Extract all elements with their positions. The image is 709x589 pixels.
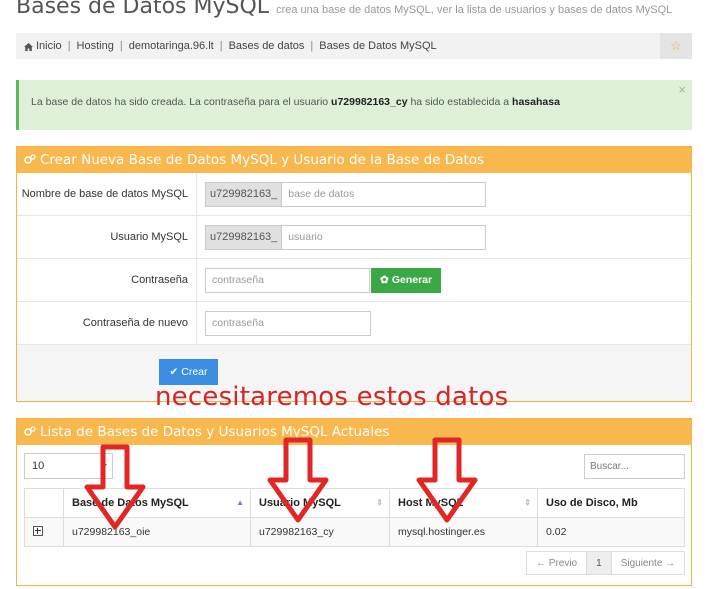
sort-asc-icon: ▲ [236,498,244,507]
breadcrumb-inicio[interactable]: Inicio [36,40,62,52]
password-label: Contraseña [17,259,197,301]
breadcrumb-separator: | [219,40,223,52]
breadcrumb-separator: | [310,40,314,52]
close-icon[interactable]: × [678,82,686,97]
db-name-row: Nombre de base de datos MySQL u729982163… [17,173,691,216]
db-prefix: u729982163_ [205,181,282,207]
generate-button[interactable]: ✿ Generar [371,267,442,293]
red-arrow-icon [267,437,329,523]
page-length-value: 10 [32,460,45,472]
db-user-input[interactable]: usuario [281,224,487,250]
generate-button-label: Generar [391,274,433,286]
repeat-password-row: Contraseña de nuevo contraseña [17,302,691,345]
alert-prefix: La base de datos ha sido creada. La cont… [31,96,332,108]
breadcrumb-separator: | [67,40,71,52]
page-1-button[interactable]: 1 [587,552,612,574]
breadcrumb-domain[interactable]: demotaringa.96.lt [129,40,214,52]
column-header-disk[interactable]: Uso de Disco, Mb [537,488,685,518]
password-input[interactable]: contraseña [205,267,370,293]
breadcrumb-separator: | [119,40,123,52]
next-page-button[interactable]: Siguiente → [612,552,684,574]
annotation-text: necesitaremos estos datos [155,382,509,412]
plus-square-icon [33,525,43,536]
home-icon [24,43,33,51]
alert-user: u729982163_cy [331,96,408,108]
list-panel-header: Lista de Bases de Datos y Usuarios MySQL… [17,419,691,445]
success-alert: La base de datos ha sido creada. La cont… [16,80,692,130]
cogs-icon [24,426,36,436]
db-name-input[interactable]: base de datos [281,181,487,207]
search-input[interactable]: Buscar... [584,454,685,479]
breadcrumb-databases[interactable]: Bases de datos [229,40,305,52]
star-icon: ☆ [670,38,682,53]
db-user-row: Usuario MySQL u729982163_ usuario [17,216,691,259]
create-panel-title: Crear Nueva Base de Datos MySQL y Usuari… [40,152,485,168]
breadcrumb-hosting[interactable]: Hosting [77,40,114,52]
cogs-icon [24,154,36,164]
password-row: Contraseña contraseña ✿ Generar [17,259,691,302]
page-title: Bases de Datos MySQL [16,0,270,19]
user-prefix: u729982163_ [205,224,282,250]
red-arrow-icon [84,444,146,530]
create-database-panel: Crear Nueva Base de Datos MySQL y Usuari… [16,146,692,402]
red-arrow-icon [416,437,478,523]
db-user-label: Usuario MySQL [17,216,197,258]
alert-password: hasahasa [512,96,560,108]
gear-icon: ✿ [380,274,389,286]
cell-disk: 0.02 [537,517,685,547]
db-name-label: Nombre de base de datos MySQL [17,173,197,215]
pagination: ← Previo 1 Siguiente → [526,551,686,575]
page-subtitle: crea una base de datos MySQL, ver la lis… [276,4,673,16]
sort-icon: ⇕ [376,498,383,507]
check-icon: ✔ [169,366,179,378]
repeat-password-input[interactable]: contraseña [205,310,371,336]
page-header: Bases de Datos MySQL crea una base de da… [16,0,672,19]
list-panel-title: Lista de Bases de Datos y Usuarios MySQL… [40,424,390,440]
sort-icon: ⇕ [524,498,531,507]
create-panel-header: Crear Nueva Base de Datos MySQL y Usuari… [17,147,691,173]
alert-middle: ha sido establecida a [407,96,513,108]
prev-page-button[interactable]: ← Previo [527,552,588,574]
breadcrumb: Inicio | Hosting | demotaringa.96.lt | B… [16,33,692,59]
favorite-button[interactable]: ☆ [660,33,692,59]
expand-column-header [24,488,64,518]
repeat-password-label: Contraseña de nuevo [17,302,197,344]
breadcrumb-current: Bases de Datos MySQL [319,40,437,52]
create-button-label: Crear [181,366,208,378]
expand-row-button[interactable] [24,517,64,547]
